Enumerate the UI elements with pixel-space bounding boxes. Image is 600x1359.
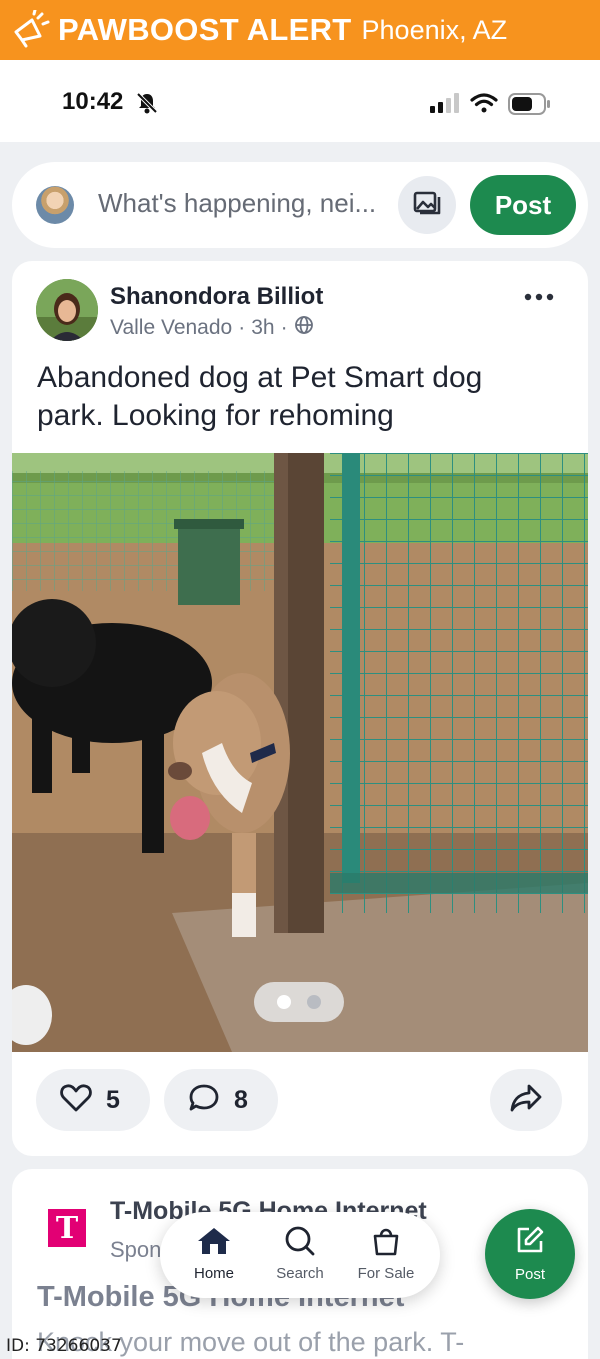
bell-slash-icon xyxy=(136,92,158,119)
nav-search[interactable]: Search xyxy=(260,1226,340,1282)
post-meta: Valle Venado · 3h · xyxy=(110,315,314,341)
watermark-id: ID: 73266037 xyxy=(6,1336,122,1356)
post-card: Shanondora Billiot Valle Venado · 3h · A… xyxy=(12,261,588,1156)
composer-input[interactable]: What's happening, nei... xyxy=(98,188,376,219)
carousel-indicator[interactable] xyxy=(254,982,344,1022)
share-icon xyxy=(509,1083,543,1118)
user-avatar[interactable] xyxy=(36,186,74,224)
wifi-icon xyxy=(470,92,498,119)
nav-home[interactable]: Home xyxy=(174,1226,254,1282)
megaphone-icon xyxy=(8,8,52,52)
post-text: Abandoned dog at Pet Smart dog park. Loo… xyxy=(37,361,483,432)
comment-button[interactable]: 8 xyxy=(164,1069,278,1131)
more-options-button[interactable] xyxy=(524,289,554,307)
carousel-dot[interactable] xyxy=(307,995,321,1009)
author-name[interactable]: Shanondora Billiot xyxy=(110,283,323,311)
post-photo[interactable] xyxy=(12,453,588,1052)
meta-separator: · xyxy=(238,316,246,339)
status-bar: 10:42 xyxy=(0,60,600,142)
nav-for-sale-label: For Sale xyxy=(357,1265,415,1282)
alert-location: Phoenix, AZ xyxy=(361,14,508,45)
bottom-nav: Home Search For Sale xyxy=(160,1212,440,1298)
ellipsis-icon xyxy=(524,289,554,306)
add-photo-button[interactable] xyxy=(398,176,456,234)
status-time: 10:42 xyxy=(62,88,124,115)
post-actions: 5 8 xyxy=(12,1069,588,1133)
like-count: 5 xyxy=(106,1085,120,1114)
new-post-fab[interactable]: Post xyxy=(485,1209,575,1299)
like-button[interactable]: 5 xyxy=(36,1069,150,1131)
nav-home-label: Home xyxy=(193,1265,234,1282)
comment-icon xyxy=(188,1083,220,1118)
tmobile-logo: T xyxy=(48,1209,86,1247)
author-avatar[interactable] xyxy=(36,279,98,341)
post-button[interactable]: Post xyxy=(470,175,576,235)
carousel-dot[interactable] xyxy=(277,995,291,1009)
photo-icon xyxy=(411,187,443,224)
post-composer[interactable]: What's happening, nei... Post xyxy=(12,162,588,248)
nav-search-label: Search xyxy=(276,1265,324,1282)
share-button[interactable] xyxy=(490,1069,562,1131)
nav-for-sale[interactable]: For Sale xyxy=(346,1226,426,1282)
alert-title: PAWBOOST ALERT xyxy=(58,12,352,47)
alert-banner: PAWBOOST ALERT Phoenix, AZ xyxy=(0,0,600,60)
neighborhood-label[interactable]: Valle Venado xyxy=(110,316,232,340)
signal-icon xyxy=(430,93,462,118)
meta-separator: · xyxy=(280,316,288,339)
comment-count: 8 xyxy=(234,1085,248,1114)
search-icon xyxy=(284,1226,316,1261)
post-age: 3h xyxy=(251,316,275,339)
fab-label: Post xyxy=(514,1266,545,1283)
home-icon xyxy=(196,1226,232,1261)
battery-icon xyxy=(508,93,552,120)
heart-icon xyxy=(60,1083,92,1118)
edit-icon xyxy=(515,1225,545,1260)
shopping-bag-icon xyxy=(371,1226,401,1261)
globe-icon xyxy=(294,315,314,341)
